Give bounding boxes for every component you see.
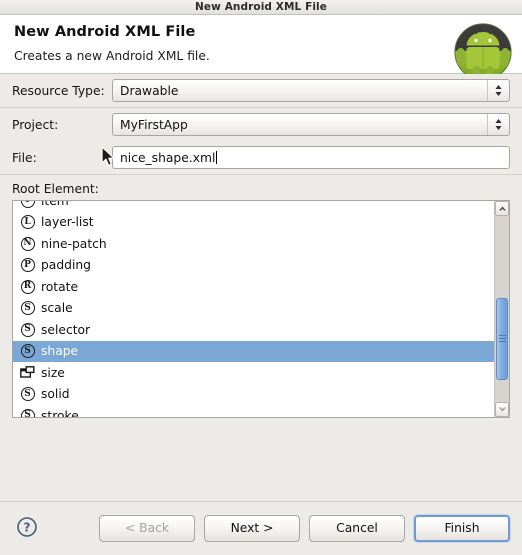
svg-text:?: ? <box>24 520 31 534</box>
root-element-list[interactable]: Iitem Llayer-list Nnine-patch Ppadding Rrota… <box>13 200 494 417</box>
circled-letter: R <box>20 279 35 294</box>
circled-letter: P <box>20 258 35 273</box>
file-input-value: nice_shape.xml <box>120 150 216 165</box>
finish-button[interactable]: Finish <box>414 514 510 542</box>
page-subtitle: Creates a new Android XML file. <box>14 49 210 63</box>
scroll-down-arrow-icon[interactable] <box>495 402 509 417</box>
root-element-label: Root Element: <box>12 182 99 196</box>
list-item-label: rotate <box>41 279 79 294</box>
list-item-label: size <box>41 365 65 380</box>
circled-letter: S <box>20 408 35 417</box>
back-button: < Back <box>99 514 195 542</box>
circled-letter: I <box>20 201 35 208</box>
list-item-label: padding <box>41 258 91 273</box>
circled-letter: N <box>20 236 35 251</box>
circled-letter-S-icon: S <box>19 387 36 402</box>
list-item-label: stroke <box>41 408 79 417</box>
list-item[interactable]: Sselector <box>13 319 494 341</box>
circled-letter-I-icon: I <box>19 201 36 208</box>
file-label: File: <box>12 150 37 165</box>
button-label: < Back <box>124 521 170 535</box>
list-item[interactable]: size <box>13 362 494 384</box>
circled-letter: S <box>20 387 35 402</box>
help-question-icon[interactable]: ? <box>16 516 38 541</box>
list-item[interactable]: Rrotate <box>13 276 494 298</box>
resource-type-combo[interactable]: Drawable <box>112 79 510 102</box>
resource-type-value: Drawable <box>120 83 179 98</box>
list-item[interactable]: Sshape <box>13 340 494 362</box>
list-item-label: item <box>41 200 69 208</box>
circled-letter-L-icon: L <box>19 215 36 230</box>
wizard-button-bar: ? < Back Next > Cancel Finish <box>0 502 522 554</box>
project-label: Project: <box>12 117 59 132</box>
cancel-button[interactable]: Cancel <box>309 514 405 542</box>
list-item[interactable]: Sstroke <box>13 405 494 417</box>
window-titlebar: New Android XML File <box>0 0 522 15</box>
list-item-label: layer-list <box>41 215 94 230</box>
list-item[interactable]: Iitem <box>13 200 494 212</box>
project-row: Project: MyFirstApp <box>12 108 510 141</box>
file-input[interactable]: nice_shape.xml <box>112 146 510 169</box>
circled-letter-N-icon: N <box>19 236 36 251</box>
thumb-grip <box>498 333 506 344</box>
wizard-body: Resource Type: Drawable Project: MyFirst… <box>0 74 522 501</box>
project-combo[interactable]: MyFirstApp <box>112 113 510 136</box>
circled-letter: S <box>20 344 35 359</box>
list-item[interactable]: Ppadding <box>13 255 494 277</box>
list-item[interactable]: Llayer-list <box>13 212 494 234</box>
list-item[interactable]: Ssolid <box>13 384 494 406</box>
list-item-label: scale <box>41 301 73 316</box>
circled-letter-S-icon: S <box>19 344 36 359</box>
list-item-label: selector <box>41 322 91 337</box>
circled-letter: S <box>20 322 35 337</box>
circled-letter-P-icon: P <box>19 258 36 273</box>
root-element-listbox[interactable]: Iitem Llayer-list Nnine-patch Ppadding Rrota… <box>12 200 510 418</box>
button-label: Next > <box>230 521 274 535</box>
wizard-header: New Android XML File Creates a new Andro… <box>0 15 522 81</box>
list-item-label: solid <box>41 387 70 402</box>
text-caret <box>216 151 218 164</box>
list-item-label: shape <box>41 344 79 359</box>
scroll-up-arrow-icon[interactable] <box>495 201 509 216</box>
project-value: MyFirstApp <box>120 117 188 132</box>
window-rect-icon <box>19 365 36 380</box>
scrollbar-track[interactable] <box>495 216 509 402</box>
window-title: New Android XML File <box>195 1 327 13</box>
list-item[interactable]: Nnine-patch <box>13 233 494 255</box>
spinner-updown-icon[interactable] <box>487 114 509 135</box>
circled-letter: L <box>20 215 35 230</box>
dialog-buttons: < Back Next > Cancel Finish <box>99 514 510 542</box>
list-scrollbar[interactable] <box>494 201 509 417</box>
button-label: Finish <box>444 521 480 535</box>
list-item-label: nine-patch <box>41 236 107 251</box>
list-item[interactable]: Sscale <box>13 298 494 320</box>
resource-type-row: Resource Type: Drawable <box>12 74 510 107</box>
circled-letter: S <box>20 301 35 316</box>
spinner-updown-icon[interactable] <box>487 80 509 101</box>
file-row: File: nice_shape.xml <box>12 141 510 174</box>
circled-letter-S-icon: S <box>19 408 36 417</box>
circled-letter-S-icon: S <box>19 301 36 316</box>
circled-letter-S-icon: S <box>19 322 36 337</box>
page-title: New Android XML File <box>14 24 196 40</box>
circled-letter-R-icon: R <box>19 279 36 294</box>
next-button[interactable]: Next > <box>204 514 300 542</box>
resource-type-label: Resource Type: <box>12 83 105 98</box>
button-label: Cancel <box>336 521 378 535</box>
scroll-thumb-grip-icon[interactable] <box>496 297 508 380</box>
